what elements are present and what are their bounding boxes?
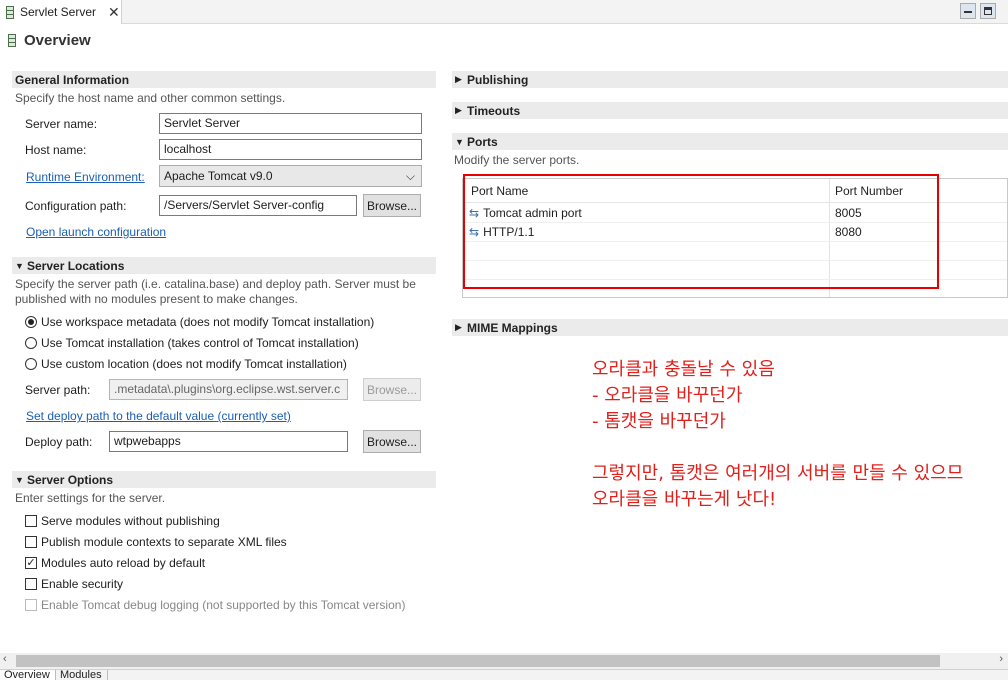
radio-workspace-metadata[interactable]: Use workspace metadata (does not modify … (25, 315, 374, 329)
minimize-icon[interactable] (960, 3, 976, 19)
checkbox-indicator (25, 578, 37, 590)
section-ports[interactable]: ▼ Ports (452, 133, 1008, 150)
radio-custom-location[interactable]: Use custom location (does not modify Tom… (25, 357, 347, 371)
section-server-options[interactable]: ▼ Server Options (12, 471, 436, 488)
configuration-path-label: Configuration path: (25, 199, 127, 213)
window-controls (960, 3, 996, 19)
general-description: Specify the host name and other common s… (15, 91, 286, 105)
section-mime-mappings[interactable]: ▶ MIME Mappings (452, 319, 1008, 336)
radio-indicator (25, 316, 37, 328)
deploy-path-browse-button[interactable]: Browse... (363, 430, 421, 453)
checkbox-label: Modules auto reload by default (41, 556, 206, 570)
section-title: Publishing (467, 72, 529, 87)
locations-description-line1: Specify the server path (i.e. catalina.b… (15, 277, 416, 291)
section-title: Server Locations (27, 258, 125, 273)
collapse-triangle-icon: ▼ (455, 136, 464, 147)
expand-triangle-icon: ▶ (455, 74, 462, 84)
server-path-label: Server path: (25, 383, 91, 397)
checkbox-label: Enable Tomcat debug logging (not support… (41, 598, 406, 612)
editor-tab-servlet-server[interactable]: Servlet Server ✕ (0, 0, 122, 24)
checkbox-enable-security[interactable]: Enable security (25, 577, 123, 591)
section-title: General Information (15, 72, 130, 87)
close-icon[interactable]: ✕ (108, 4, 120, 21)
chevron-down-icon: ⌵ (405, 169, 415, 183)
section-title: Ports (467, 134, 498, 149)
server-path-input: .metadata\.plugins\org.eclipse.wst.serve… (109, 379, 348, 400)
checkmark-icon: ✓ (25, 557, 37, 569)
expand-triangle-icon: ▶ (455, 105, 462, 115)
server-name-input[interactable]: Servlet Server (159, 113, 422, 134)
server-path-browse-button: Browse... (363, 378, 421, 401)
section-title: Timeouts (467, 103, 521, 118)
runtime-environment-link[interactable]: Runtime Environment: (26, 170, 145, 184)
radio-indicator (25, 358, 37, 370)
section-title: Server Options (27, 472, 114, 487)
annotation-line: - 오라클을 바꾸던가 (592, 385, 743, 406)
section-title: MIME Mappings (467, 320, 558, 335)
ports-description: Modify the server ports. (454, 153, 580, 167)
checkbox-label: Publish module contexts to separate XML … (41, 535, 287, 549)
editor-tab-label: Servlet Server (20, 5, 97, 19)
expand-triangle-icon: ▶ (455, 322, 462, 332)
editor-tab-bar: Servlet Server ✕ (0, 0, 1008, 24)
host-name-input[interactable]: localhost (159, 139, 422, 160)
checkbox-label: Serve modules without publishing (41, 514, 220, 528)
radio-label: Use workspace metadata (does not modify … (41, 315, 375, 329)
set-deploy-path-link[interactable]: Set deploy path to the default value (cu… (26, 409, 291, 423)
highlight-box (463, 174, 939, 289)
deploy-path-input[interactable]: wtpwebapps (109, 431, 348, 452)
checkbox-indicator (25, 599, 37, 611)
locations-description-line2: published with no modules present to mak… (15, 292, 298, 306)
server-icon (8, 34, 16, 47)
section-timeouts[interactable]: ▶ Timeouts (452, 102, 1008, 119)
annotation-note: 오라클과 충돌날 수 있음 - 오라클을 바꾸던가 - 톰캣을 바꾸던가그렇지만, … (592, 357, 963, 513)
tab-modules[interactable]: Modules (56, 670, 108, 680)
runtime-environment-select[interactable]: Apache Tomcat v9.0 ⌵ (159, 165, 422, 187)
page-heading: Overview (8, 32, 91, 49)
scrollbar-thumb[interactable] (16, 655, 940, 667)
bottom-tab-bar: Overview Modules (0, 669, 1008, 680)
radio-indicator (25, 337, 37, 349)
server-name-label: Server name: (25, 117, 98, 131)
checkbox-debug-logging: Enable Tomcat debug logging (not support… (25, 598, 405, 612)
checkbox-label: Enable security (41, 577, 124, 591)
tab-overview[interactable]: Overview (0, 670, 56, 680)
annotation-line: 오라클을 바꾸는게 낫다! (592, 489, 777, 510)
annotation-line: - 톰캣을 바꾸던가 (592, 411, 726, 432)
checkbox-serve-without-publishing[interactable]: Serve modules without publishing (25, 514, 220, 528)
open-launch-configuration-link[interactable]: Open launch configuration (26, 225, 166, 239)
horizontal-scrollbar[interactable]: ‹ › (0, 653, 1008, 669)
deploy-path-label: Deploy path: (25, 435, 93, 449)
section-publishing[interactable]: ▶ Publishing (452, 71, 1008, 88)
radio-label: Use custom location (does not modify Tom… (41, 357, 347, 371)
scroll-left-icon[interactable]: ‹ (3, 653, 7, 665)
section-server-locations[interactable]: ▼ Server Locations (12, 257, 436, 274)
annotation-spacer (592, 435, 963, 461)
checkbox-separate-xml[interactable]: Publish module contexts to separate XML … (25, 535, 287, 549)
page-title: Overview (24, 32, 91, 49)
annotation-line: 그렇지만, 톰캣은 여러개의 서버를 만들 수 있으므 (592, 463, 964, 484)
checkbox-indicator (25, 536, 37, 548)
collapse-triangle-icon: ▼ (15, 474, 24, 485)
server-icon (6, 5, 14, 19)
scroll-right-icon[interactable]: › (999, 653, 1003, 665)
configuration-path-input[interactable]: /Servers/Servlet Server-config (159, 195, 357, 216)
configuration-browse-button[interactable]: Browse... (363, 194, 421, 217)
maximize-icon[interactable] (980, 3, 996, 19)
radio-tomcat-installation[interactable]: Use Tomcat installation (takes control o… (25, 336, 359, 350)
collapse-triangle-icon: ▼ (15, 260, 24, 271)
runtime-environment-value: Apache Tomcat v9.0 (164, 169, 273, 183)
radio-label: Use Tomcat installation (takes control o… (41, 336, 359, 350)
host-name-label: Host name: (25, 143, 87, 157)
checkbox-indicator (25, 515, 37, 527)
annotation-line: 오라클과 충돌날 수 있음 (592, 359, 775, 380)
options-description: Enter settings for the server. (15, 491, 166, 505)
section-general-information: General Information (12, 71, 436, 88)
checkbox-auto-reload[interactable]: ✓ Modules auto reload by default (25, 556, 205, 570)
